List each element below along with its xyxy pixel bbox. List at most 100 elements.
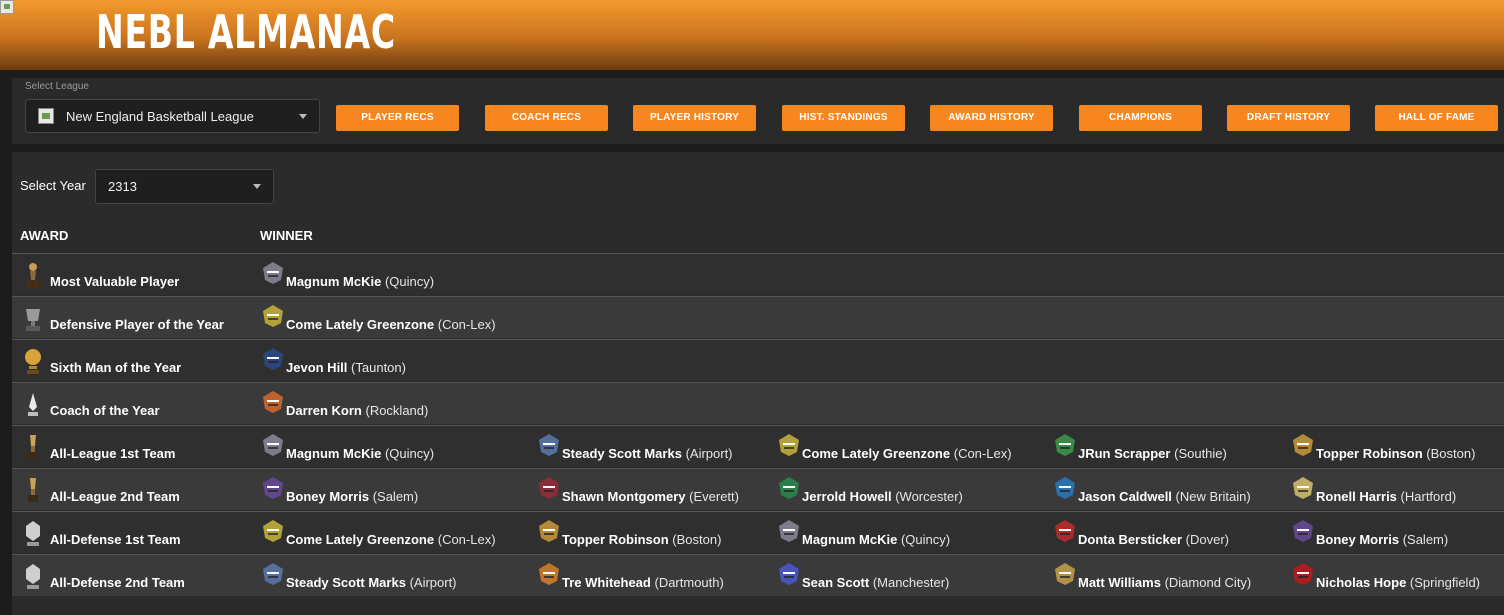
team-link[interactable]: (Southie) [1174,446,1227,461]
player-link[interactable]: Jerrold Howell [802,489,892,504]
winner-text: Tre Whitehead (Dartmouth) [562,575,724,590]
nav-button-champions[interactable]: CHAMPIONS [1079,105,1202,131]
player-link[interactable]: Come Lately Greenzone [286,317,434,332]
team-link[interactable]: (Springfield) [1410,575,1480,590]
award-name[interactable]: Most Valuable Player [50,274,179,289]
quincy-logo-icon[interactable] [260,432,286,458]
award-row: Defensive Player of the Year Come Lately … [12,296,1504,338]
nav-button-award-history[interactable]: AWARD HISTORY [930,105,1053,131]
player-link[interactable]: Nicholas Hope [1316,575,1406,590]
player-link[interactable]: JRun Scrapper [1078,446,1170,461]
award-name[interactable]: Coach of the Year [50,403,160,418]
new-britain-logo-icon[interactable] [1052,475,1078,501]
rockland-logo-icon[interactable] [260,389,286,415]
player-link[interactable]: Donta Bersticker [1078,532,1182,547]
con-lex-logo-icon[interactable] [260,303,286,329]
team-link[interactable]: (Hartford) [1401,489,1457,504]
taunton-logo-icon[interactable] [260,346,286,372]
winner-cell: Matt Williams (Diamond City) [1052,555,1251,597]
year-select[interactable]: 2313 [95,169,274,204]
player-link[interactable]: Steady Scott Marks [562,446,682,461]
team-link[interactable]: (Rockland) [365,403,428,418]
player-link[interactable]: Jason Caldwell [1078,489,1172,504]
team-link[interactable]: (Con-Lex) [954,446,1012,461]
award-row: Most Valuable Player Magnum McKie (Quincy… [12,253,1504,295]
nav-button-player-history[interactable]: PLAYER HISTORY [633,105,756,131]
salem-logo-icon[interactable] [1290,518,1316,544]
dover-logo-icon[interactable] [1052,518,1078,544]
hartford-logo-icon[interactable] [1290,475,1316,501]
nav-button-coach-recs[interactable]: COACH RECS [485,105,608,131]
team-link[interactable]: (Con-Lex) [438,532,496,547]
player-link[interactable]: Ronell Harris [1316,489,1397,504]
team-link[interactable]: (Quincy) [385,274,434,289]
airport-logo-icon[interactable] [260,561,286,587]
team-link[interactable]: (Dover) [1186,532,1229,547]
player-link[interactable]: Topper Robinson [1316,446,1423,461]
player-link[interactable]: Tre Whitehead [562,575,651,590]
team-link[interactable]: (Taunton) [351,360,406,375]
springfield-logo-icon[interactable] [1290,561,1316,587]
award-name[interactable]: All-League 2nd Team [50,489,180,504]
team-link[interactable]: (Quincy) [385,446,434,461]
nav-button-player-recs[interactable]: PLAYER RECS [336,105,459,131]
southie-logo-icon[interactable] [1052,432,1078,458]
boston-logo-icon[interactable] [1290,432,1316,458]
team-link[interactable]: (Everett) [689,489,739,504]
player-link[interactable]: Topper Robinson [562,532,669,547]
everett-logo-icon[interactable] [536,475,562,501]
league-select[interactable]: New England Basketball League [25,99,320,133]
award-name[interactable]: Sixth Man of the Year [50,360,181,375]
player-link[interactable]: Boney Morris [1316,532,1399,547]
team-link[interactable]: (Boston) [1426,446,1475,461]
player-link[interactable]: Magnum McKie [286,446,381,461]
award-name[interactable]: All-League 1st Team [50,446,175,461]
team-link[interactable]: (Con-Lex) [438,317,496,332]
diamond-city-logo-icon[interactable] [1052,561,1078,587]
award-name[interactable]: All-Defense 2nd Team [50,575,185,590]
award-row: Sixth Man of the Year Jevon Hill (Taunton… [12,339,1504,381]
player-link[interactable]: Steady Scott Marks [286,575,406,590]
winner-text: Come Lately Greenzone (Con-Lex) [802,446,1012,461]
quincy-logo-icon[interactable] [260,260,286,286]
team-link[interactable]: (Worcester) [895,489,963,504]
nav-button-draft-history[interactable]: DRAFT HISTORY [1227,105,1350,131]
player-link[interactable]: Darren Korn [286,403,362,418]
award-name[interactable]: All-Defense 1st Team [50,532,181,547]
player-link[interactable]: Come Lately Greenzone [286,532,434,547]
boston-logo-icon[interactable] [536,518,562,544]
salem-logo-icon[interactable] [260,475,286,501]
team-link[interactable]: (Diamond City) [1165,575,1252,590]
award-name[interactable]: Defensive Player of the Year [50,317,224,332]
player-link[interactable]: Shawn Montgomery [562,489,686,504]
winner-cell: Boney Morris (Salem) [1290,512,1448,554]
team-link[interactable]: (Airport) [410,575,457,590]
team-link[interactable]: (Airport) [686,446,733,461]
dartmouth-logo-icon[interactable] [536,561,562,587]
con-lex-logo-icon[interactable] [776,432,802,458]
player-link[interactable]: Sean Scott [802,575,869,590]
nav-button-hall-of-fame[interactable]: HALL OF FAME [1375,105,1498,131]
winner-cell: Jason Caldwell (New Britain) [1052,469,1251,511]
player-link[interactable]: Matt Williams [1078,575,1161,590]
team-link[interactable]: (Dartmouth) [654,575,723,590]
con-lex-logo-icon[interactable] [260,518,286,544]
manchester-logo-icon[interactable] [776,561,802,587]
winner-text: Steady Scott Marks (Airport) [286,575,457,590]
team-link[interactable]: (Manchester) [873,575,950,590]
airport-logo-icon[interactable] [536,432,562,458]
player-link[interactable]: Magnum McKie [286,274,381,289]
player-link[interactable]: Come Lately Greenzone [802,446,950,461]
winner-cell: Sean Scott (Manchester) [776,555,949,597]
worcester-logo-icon[interactable] [776,475,802,501]
team-link[interactable]: (Salem) [1403,532,1449,547]
quincy-logo-icon[interactable] [776,518,802,544]
team-link[interactable]: (Salem) [373,489,419,504]
team-link[interactable]: (New Britain) [1176,489,1251,504]
team-link[interactable]: (Boston) [672,532,721,547]
player-link[interactable]: Jevon Hill [286,360,347,375]
nav-button-hist-standings[interactable]: HIST. STANDINGS [782,105,905,131]
team-link[interactable]: (Quincy) [901,532,950,547]
player-link[interactable]: Boney Morris [286,489,369,504]
player-link[interactable]: Magnum McKie [802,532,897,547]
